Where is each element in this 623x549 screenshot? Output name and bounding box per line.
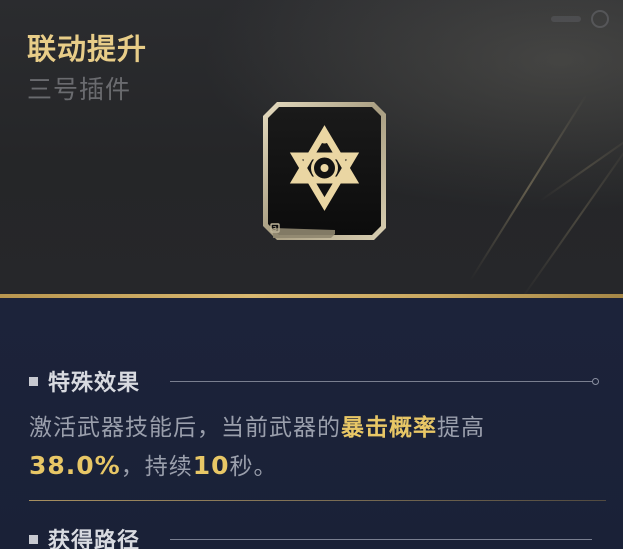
- description-text: 秒。: [229, 454, 278, 480]
- plugin-title: 联动提升: [27, 32, 148, 66]
- plugin-subtitle: 三号插件: [27, 75, 132, 104]
- highlight-duration: 10: [192, 451, 230, 480]
- plugin-emblem: 3: [261, 100, 388, 242]
- star-of-david-emblem-icon: 3: [263, 102, 386, 240]
- square-bullet-icon: [29, 376, 38, 386]
- acquisition-title: 获得路径: [48, 529, 141, 549]
- pill-icon: [551, 16, 581, 22]
- acquisition-heading: 获得路径: [29, 524, 140, 549]
- description-text: 激活武器技能后，当前武器的: [29, 415, 341, 441]
- decorative-light-streak: [519, 136, 623, 296]
- header-corner-controls: [551, 10, 609, 28]
- special-effect-title: 特殊效果: [48, 371, 141, 396]
- plugin-detail-card: 联动提升 三号插件 3 特殊效果 激活武器技能后，当前武器的暴击概率提高 38.…: [0, 0, 623, 549]
- decorative-light-streak: [539, 131, 623, 202]
- decorative-light-streak: [469, 93, 588, 282]
- square-bullet-icon: [29, 534, 38, 544]
- plugin-body: 特殊效果 激活武器技能后，当前武器的暴击概率提高 38.0%，持续10秒。 获得路…: [0, 298, 623, 549]
- circle-icon: [591, 10, 609, 28]
- section-rule: [170, 381, 592, 382]
- highlight-value: 38.0%: [29, 451, 121, 480]
- description-text: 提高: [437, 415, 485, 441]
- special-effect-heading: 特殊效果: [29, 366, 140, 396]
- description-text: ，持续: [120, 454, 193, 480]
- rule-end-dot-icon: [592, 378, 599, 385]
- section-rule: [170, 539, 592, 540]
- highlight-stat: 暴击概率: [341, 415, 437, 441]
- special-effect-description: 激活武器技能后，当前武器的暴击概率提高 38.0%，持续10秒。: [29, 410, 599, 486]
- section-divider: [29, 500, 606, 501]
- emblem-slot-number: 3: [273, 225, 277, 233]
- plugin-header: 联动提升 三号插件 3: [0, 0, 623, 296]
